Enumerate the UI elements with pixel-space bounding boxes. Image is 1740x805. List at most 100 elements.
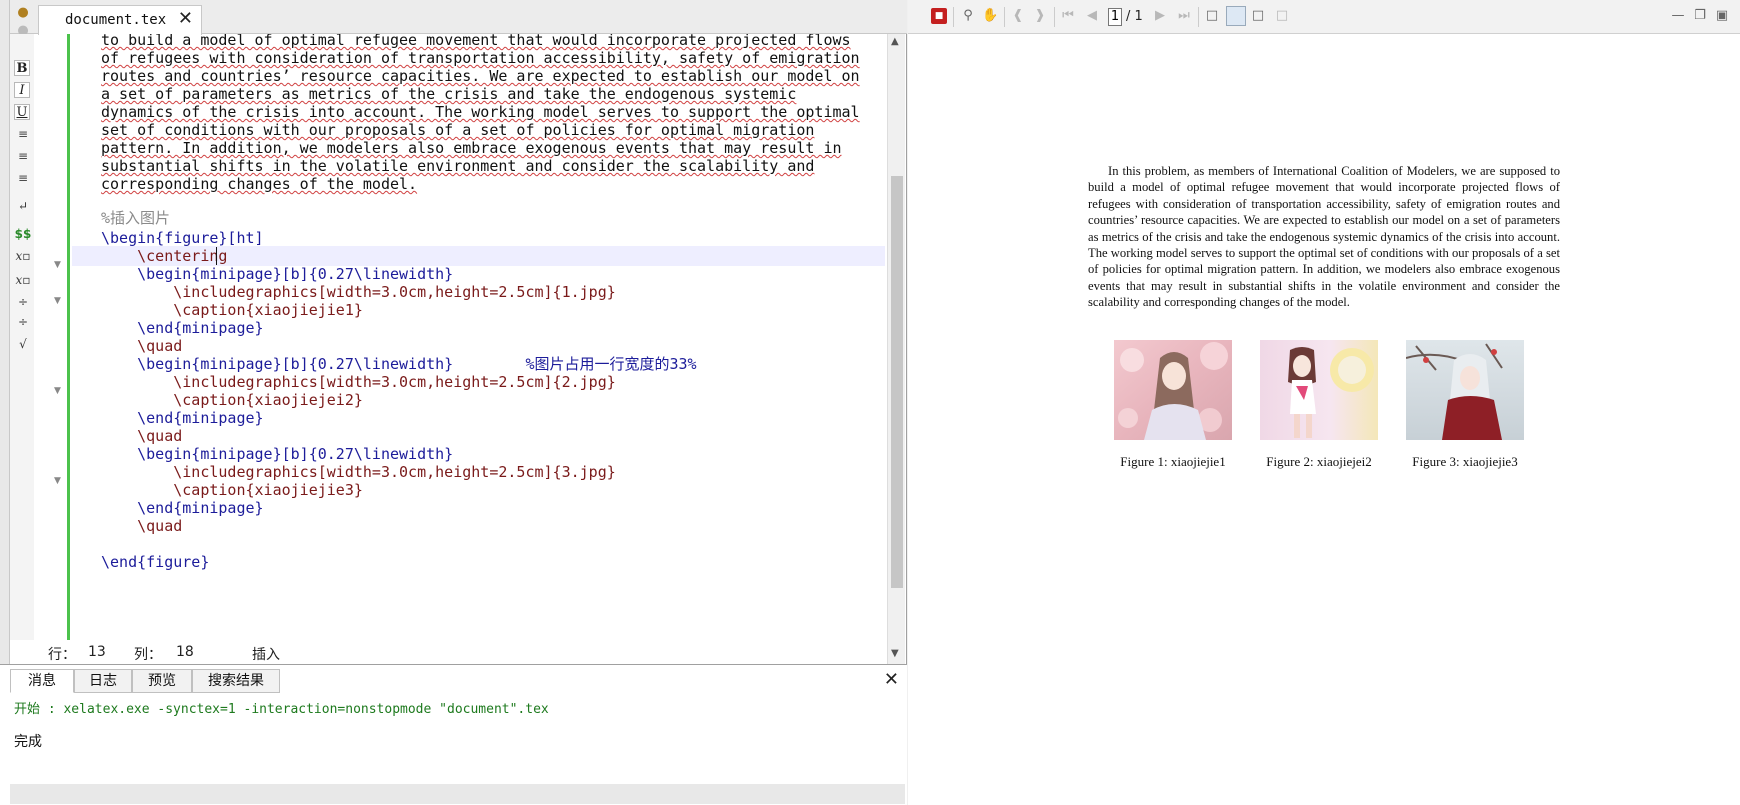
code-line-current: \centering <box>72 246 885 266</box>
code-text: \begin{minipage}[b]{0.27\linewidth} %图片占… <box>101 355 697 373</box>
tab-search-results[interactable]: 搜索结果 <box>192 669 280 693</box>
code-line: \includegraphics[width=3.0cm,height=2.5c… <box>72 372 885 392</box>
math-mode-button[interactable]: $$ <box>14 226 32 242</box>
code-text: \end{minipage} <box>101 499 264 517</box>
fold-marker-icon[interactable]: ▼ <box>54 476 61 486</box>
code-line: a set of parameters as metrics of the cr… <box>72 84 885 104</box>
figure-2 <box>1260 340 1378 440</box>
dfrac-icon[interactable]: ÷ <box>14 314 32 330</box>
code-line: \end{minipage} <box>72 408 885 428</box>
scrollbar-thumb[interactable] <box>891 176 903 588</box>
code-text: \includegraphics[width=3.0cm,height=2.5c… <box>101 283 616 301</box>
code-text: \end{minipage} <box>101 409 264 427</box>
code-editor[interactable]: to build a model of optimal refugee move… <box>72 34 885 658</box>
code-line: \caption{xiaojiejei2} <box>72 390 885 410</box>
bold-button[interactable]: B <box>14 60 30 76</box>
search-icon[interactable]: ⚲ <box>960 8 976 24</box>
code-line: substantial shifts in the volatile envir… <box>72 156 885 176</box>
code-text: \begin{minipage}[b]{0.27\linewidth} <box>101 445 454 463</box>
figure-3 <box>1406 340 1524 440</box>
code-line: \caption{xiaojiejie3} <box>72 480 885 500</box>
code-text: \includegraphics[width=3.0cm,height=2.5c… <box>101 373 616 391</box>
tab-log[interactable]: 日志 <box>74 669 132 693</box>
code-line: routes and countries’ resource capacitie… <box>72 66 885 86</box>
hand-tool-icon[interactable]: ✋ <box>982 8 998 24</box>
code-text: \end{minipage} <box>101 319 264 337</box>
panel-close-icon[interactable]: ✕ <box>884 669 899 690</box>
single-page-icon[interactable]: □ <box>1204 8 1220 24</box>
align-center-icon[interactable]: ≡ <box>14 148 32 164</box>
superscript-icon[interactable]: x▫ <box>14 272 32 288</box>
pdf-viewer-pane: ■ ⚲ ✋ ❰ ❱ ⏮ ◀ 1 / 1 ▶ ⏭ □ □ □ — ❐ ▣ In t… <box>908 0 1740 805</box>
last-page-icon[interactable]: ⏭ <box>1176 8 1192 24</box>
forward-icon[interactable]: ❱ <box>1032 8 1048 24</box>
message-panel: 消息 日志 预览 搜索结果 ✕ 开始 : xelatex.exe -syncte… <box>0 664 907 805</box>
code-text: \begin{figure}[ht] <box>101 229 264 247</box>
code-text: set of conditions with our proposals of … <box>101 121 815 139</box>
align-right-icon[interactable]: ≡ <box>14 170 32 186</box>
scroll-down-icon[interactable]: ▼ <box>891 648 899 659</box>
line-number: 13 <box>88 644 106 660</box>
align-left-icon[interactable]: ≡ <box>14 126 32 142</box>
code-line: corresponding changes of the model. <box>72 174 885 194</box>
pdf-page[interactable]: In this problem, as members of Internati… <box>908 35 1740 805</box>
italic-button[interactable]: I <box>14 82 30 98</box>
code-line: \end{minipage} <box>72 498 885 518</box>
page-number-input[interactable]: 1 <box>1108 8 1122 26</box>
editor-vertical-scrollbar[interactable]: ▲ ▼ <box>887 34 905 664</box>
code-text: \caption{xiaojiejei2} <box>101 391 363 409</box>
code-text: \caption{xiaojiejie3} <box>101 481 363 499</box>
scroll-up-icon[interactable]: ▲ <box>891 36 899 47</box>
continuous-page-toggle[interactable] <box>1226 6 1246 26</box>
restore-icon[interactable]: ❐ <box>1692 8 1708 24</box>
compile-command-message: 开始 : xelatex.exe -synctex=1 -interaction… <box>14 702 549 717</box>
code-line: \end{minipage} <box>72 318 885 338</box>
code-text: \end{figure} <box>101 553 210 571</box>
open-file-icon[interactable]: ● <box>14 4 32 22</box>
tab-document-tex[interactable]: document.tex ✕ <box>38 5 202 35</box>
sqrt-icon[interactable]: √ <box>14 336 32 352</box>
code-line: \begin{figure}[ht] <box>72 228 885 248</box>
next-page-icon[interactable]: ▶ <box>1152 8 1168 24</box>
code-line: \quad <box>72 426 885 446</box>
code-text: \includegraphics[width=3.0cm,height=2.5c… <box>101 463 616 481</box>
first-page-icon[interactable]: ⏮ <box>1060 8 1076 24</box>
code-text: routes and countries’ resource capacitie… <box>101 67 860 85</box>
fold-gutter: ▼ ▼ ▼ ▼ <box>52 34 66 664</box>
code-text: of refugees with consideration of transp… <box>101 49 860 67</box>
close-viewer-icon[interactable]: ▣ <box>1714 8 1730 24</box>
pdf-file-icon[interactable]: ■ <box>931 8 947 24</box>
previous-page-icon[interactable]: ◀ <box>1084 8 1100 24</box>
code-line: \includegraphics[width=3.0cm,height=2.5c… <box>72 282 885 302</box>
insert-mode-indicator: 插入 <box>252 647 280 663</box>
fold-marker-icon[interactable]: ▼ <box>54 260 61 270</box>
facing-pages-icon[interactable]: □ <box>1250 8 1266 24</box>
tab-messages[interactable]: 消息 <box>10 669 74 693</box>
code-text: a set of parameters as metrics of the cr… <box>101 85 797 103</box>
code-text: corresponding changes of the model. <box>101 175 418 193</box>
editor-tab-bar: ● ● document.tex ✕ <box>10 0 907 38</box>
underline-button[interactable]: U <box>14 104 30 120</box>
back-icon[interactable]: ❰ <box>1010 8 1026 24</box>
fold-marker-icon[interactable]: ▼ <box>54 386 61 396</box>
toolbar-separator <box>1198 7 1199 27</box>
figure-2-caption: Figure 2: xiaojiejei2 <box>1266 454 1372 469</box>
subscript-icon[interactable]: x▫ <box>14 248 32 264</box>
tab-preview[interactable]: 预览 <box>132 669 192 693</box>
editor-status-line: 行： 13 列： 18 插入 <box>10 640 887 664</box>
fold-marker-icon[interactable]: ▼ <box>54 296 61 306</box>
code-line: \quad <box>72 336 885 356</box>
code-line: pattern. In addition, we modelers also e… <box>72 138 885 158</box>
minimize-icon[interactable]: — <box>1670 8 1686 24</box>
tab-close-icon[interactable]: ✕ <box>178 10 193 28</box>
code-line: \end{figure} <box>72 552 885 572</box>
figure-1-image <box>1114 340 1232 440</box>
presentation-icon[interactable]: □ <box>1274 8 1290 24</box>
newline-icon[interactable]: ↵ <box>14 198 32 214</box>
code-line: \includegraphics[width=3.0cm,height=2.5c… <box>72 462 885 482</box>
figure-1-caption: Figure 1: xiaojiejie1 <box>1120 454 1226 469</box>
fraction-icon[interactable]: ÷ <box>14 294 32 310</box>
column-number: 18 <box>176 644 194 660</box>
code-text: \quad <box>101 427 183 445</box>
panel-horizontal-scrollbar[interactable] <box>10 784 905 804</box>
